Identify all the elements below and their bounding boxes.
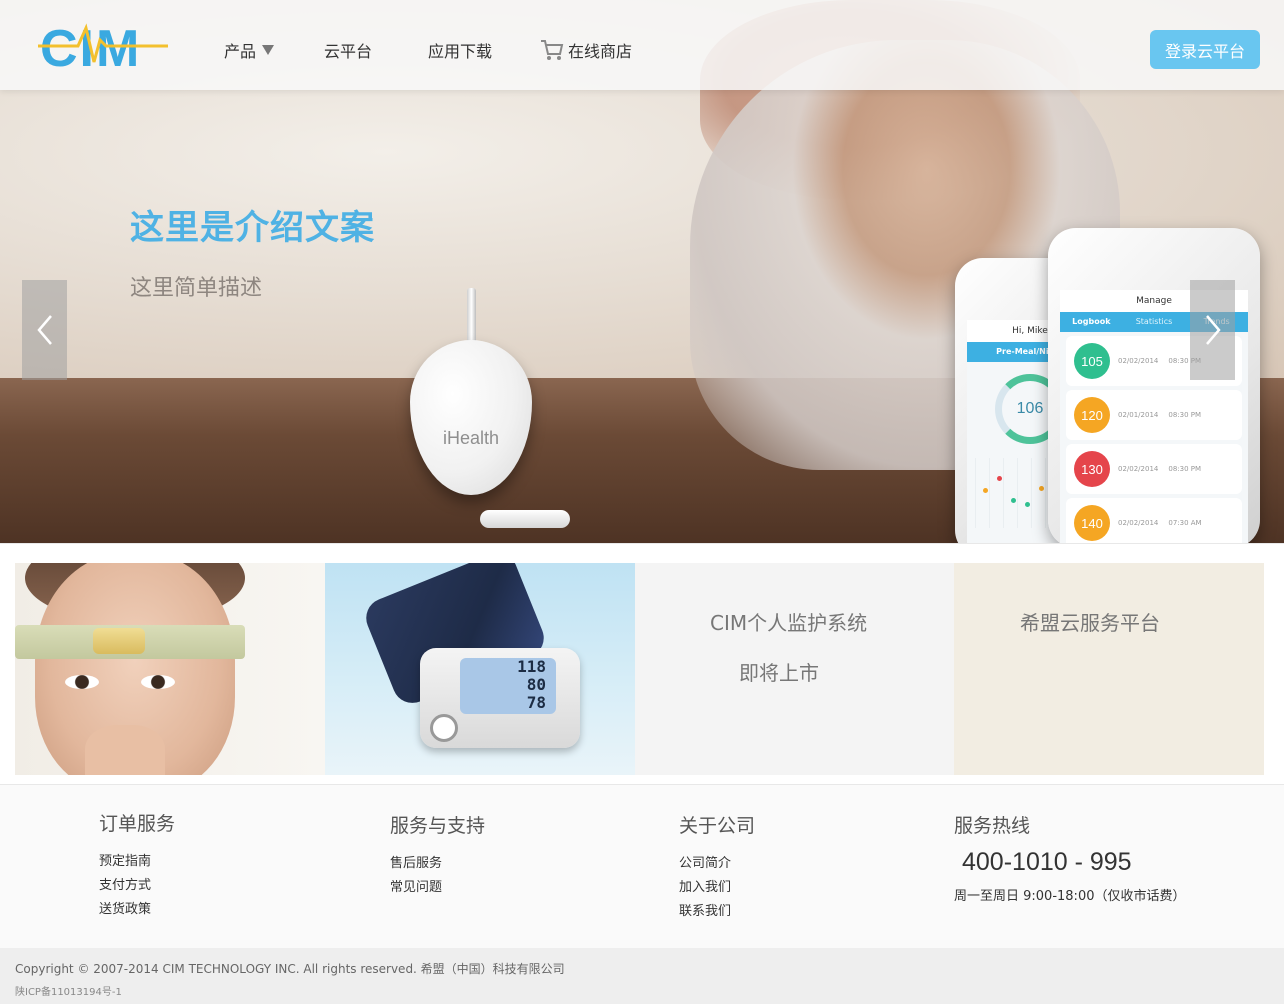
caret-down-icon <box>262 45 275 55</box>
photo-sensor-pod <box>93 628 145 654</box>
chevron-right-icon <box>1205 315 1221 345</box>
scatter-dot <box>1039 486 1044 491</box>
main-menu: 产品 云平台 应用下载 在线商店 <box>224 38 632 62</box>
login-cloud-button[interactable]: 登录云平台 <box>1150 30 1260 69</box>
headband-photo <box>15 563 245 775</box>
product-tile-monitoring-system[interactable]: CIM个人监护系统 即将上市 <box>635 563 954 775</box>
shopping-cart-icon <box>541 40 564 60</box>
logbook-entry-date: 02/02/2014 <box>1118 519 1159 527</box>
footer-link[interactable]: 预定指南 <box>99 850 175 874</box>
glucose-reading-badge: 120 <box>1074 397 1110 433</box>
logbook-entry: 130 02/02/2014 08:30 PM <box>1066 444 1242 494</box>
footer-column-support: 服务与支持 售后服务 常见问题 <box>390 811 485 900</box>
glucose-reading-badge: 140 <box>1074 505 1110 541</box>
footer-link[interactable]: 加入我们 <box>679 876 755 900</box>
product-tile-headband[interactable] <box>15 563 325 775</box>
menu-item-download[interactable]: 应用下载 <box>428 38 492 62</box>
photo-hand <box>85 725 165 775</box>
hero-description: 这里简单描述 <box>130 276 263 301</box>
logbook-entry-date: 02/02/2014 <box>1118 465 1159 473</box>
menu-item-label: 在线商店 <box>568 42 633 61</box>
footer-link[interactable]: 送货政策 <box>99 898 175 922</box>
scatter-dot <box>1025 502 1030 507</box>
footer-link[interactable]: 联系我们 <box>679 900 755 924</box>
logbook-entry-date: 02/01/2014 <box>1118 411 1159 419</box>
menu-item-store[interactable]: 在线商店 <box>540 38 632 62</box>
cim-logo[interactable]: CIM <box>38 18 168 78</box>
bp-systolic: 118 <box>517 657 546 676</box>
cim-logo-icon: CIM <box>38 20 168 78</box>
footer-column-hotline: 服务热线 400-1010 - 995 周一至周日 9:00-18:00（仅收市… <box>954 811 1185 904</box>
menu-item-label: 产品 <box>224 42 257 61</box>
logbook-entry: 140 02/02/2014 07:30 AM <box>1066 498 1242 543</box>
hotline-title: 服务热线 <box>954 815 1031 837</box>
menu-item-products[interactable]: 产品 <box>224 38 275 62</box>
hotline-hours: 周一至周日 9:00-18:00（仅收市话费） <box>954 889 1186 904</box>
photo-eye <box>141 675 175 689</box>
footer-column-title: 关于公司 <box>679 815 756 837</box>
menu-item-label: 云平台 <box>324 42 373 61</box>
bp-monitor-button <box>430 714 458 742</box>
logbook-entry-time: 07:30 AM <box>1168 519 1202 527</box>
phone-image-front: Manage Logbook Statistics Trends 10502/0… <box>1048 228 1260 543</box>
logbook-entry-datetime: 02/01/2014 08:30 PM <box>1118 411 1201 419</box>
footer-link[interactable]: 公司简介 <box>679 852 755 876</box>
footer-column-orders: 订单服务 预定指南 支付方式 送货政策 <box>99 809 175 922</box>
chevron-left-icon <box>36 315 52 345</box>
slider-prev-button[interactable] <box>22 280 67 380</box>
test-strip-image <box>480 510 570 528</box>
copyright-text: Copyright © 2007-2014 CIM TECHNOLOGY INC… <box>15 962 565 976</box>
scatter-dot <box>997 476 1002 481</box>
hero-title: 这里是介绍文案 <box>130 208 375 248</box>
bp-monitor-image: 118 80 78 <box>420 648 580 748</box>
menu-item-label: 应用下载 <box>428 42 493 61</box>
footer-column-about: 关于公司 公司简介 加入我们 联系我们 <box>679 811 755 924</box>
icp-license[interactable]: 陕ICP备11013194号-1 <box>15 983 122 998</box>
phone-tab: Statistics <box>1135 317 1173 326</box>
footer-link[interactable]: 常见问题 <box>390 876 485 900</box>
coming-soon-text: 即将上市 <box>739 661 819 685</box>
product-tile-blood-pressure[interactable]: 118 80 78 <box>325 563 635 775</box>
bp-diastolic: 80 <box>526 675 546 694</box>
footer-links: 订单服务 预定指南 支付方式 送货政策 服务与支持 售后服务 常见问题 关于公司… <box>0 785 1284 948</box>
slider-next-button[interactable] <box>1190 280 1235 380</box>
monitoring-system-title: CIM个人监护系统 <box>710 611 868 635</box>
glucose-reading-badge: 105 <box>1074 343 1110 379</box>
copyright-bar: Copyright © 2007-2014 CIM TECHNOLOGY INC… <box>0 948 1284 1004</box>
logbook-entry-datetime: 02/02/2014 08:30 PM <box>1118 357 1201 365</box>
hotline-number: 400-1010 - 995 <box>962 848 1132 876</box>
top-navbar: CIM 产品 云平台 应用下载 在线商店 登录云平台 <box>0 0 1284 90</box>
footer-link[interactable]: 支付方式 <box>99 874 175 898</box>
photo-eye <box>65 675 99 689</box>
glucose-reading-badge: 130 <box>1074 451 1110 487</box>
logbook-entry-time: 08:30 PM <box>1168 465 1202 473</box>
glucose-meter-body <box>410 340 532 495</box>
logbook-entry: 120 02/01/2014 08:30 PM <box>1066 390 1242 440</box>
device-brand-label: iHealth <box>442 428 500 448</box>
menu-item-cloud[interactable]: 云平台 <box>324 38 372 62</box>
glucose-meter-image: iHealth <box>410 288 532 495</box>
footer-column-title: 订单服务 <box>99 813 176 835</box>
bp-pulse: 78 <box>526 693 546 712</box>
footer-link[interactable]: 售后服务 <box>390 852 485 876</box>
cloud-platform-title: 希盟云服务平台 <box>1020 611 1160 635</box>
scatter-dot <box>1011 498 1016 503</box>
bp-monitor-display: 118 80 78 <box>460 658 556 714</box>
logbook-entry-date: 02/02/2014 <box>1118 357 1159 365</box>
logbook-entry-time: 08:30 PM <box>1168 411 1202 419</box>
product-tile-cloud-platform[interactable]: 希盟云服务平台 <box>954 563 1264 775</box>
logbook-entry-datetime: 02/02/2014 08:30 PM <box>1118 465 1201 473</box>
logbook-entry-datetime: 02/02/2014 07:30 AM <box>1118 519 1202 527</box>
product-strip: 118 80 78 CIM个人监护系统 即将上市 希盟云服务平台 <box>0 543 1284 785</box>
scatter-dot <box>983 488 988 493</box>
footer-column-title: 服务与支持 <box>390 815 486 837</box>
audio-jack <box>467 288 476 344</box>
phone-tab: Logbook <box>1072 317 1111 326</box>
